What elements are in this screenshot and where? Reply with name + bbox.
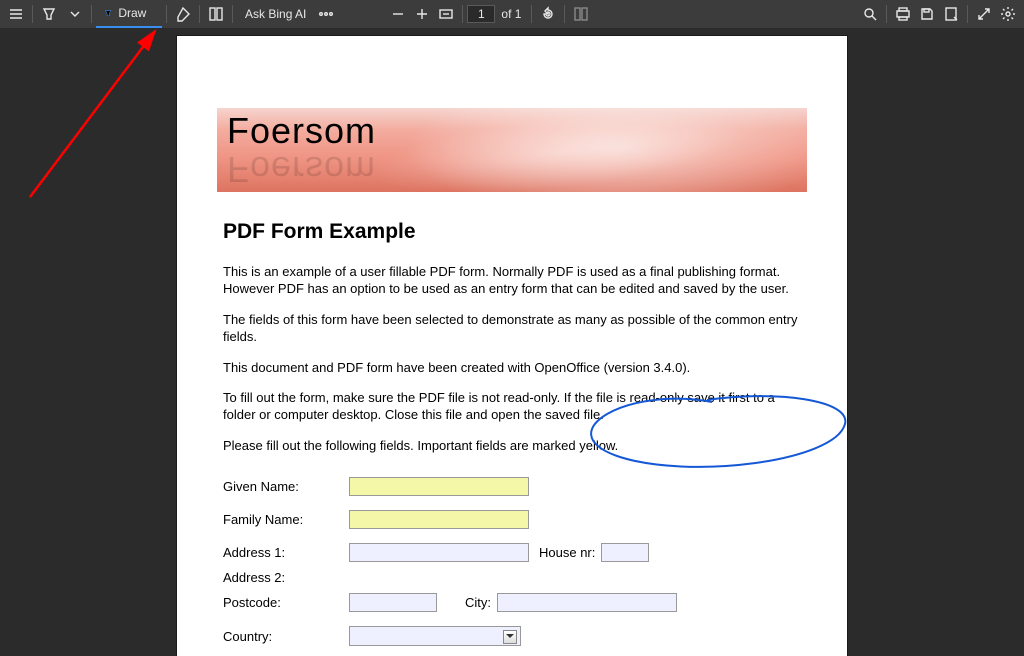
document-content: PDF Form Example This is an example of a… [177,192,847,646]
page-number-input[interactable] [467,5,495,23]
intro-paragraph-1: This is an example of a user fillable PD… [223,264,801,298]
label-address1: Address 1: [223,545,349,560]
label-family-name: Family Name: [223,512,349,527]
input-house-nr[interactable] [601,543,649,562]
page-view-icon[interactable] [569,0,593,28]
chevron-down-icon[interactable] [63,0,87,28]
separator [886,5,887,23]
input-given-name[interactable] [349,477,529,496]
page-of-label: of 1 [501,7,521,21]
separator [564,5,565,23]
fullscreen-icon[interactable] [972,0,996,28]
zoom-in-icon[interactable] [410,0,434,28]
draw-label: Draw [118,6,146,20]
draw-button[interactable]: Draw [96,0,162,28]
pdf-toolbar: Draw Ask Bing AI of 1 [0,0,1024,28]
input-address1[interactable] [349,543,529,562]
label-house-nr: House nr: [539,545,595,560]
more-icon[interactable] [314,0,338,28]
separator [531,5,532,23]
pdf-viewer: Foersom Foersom PDF Form Example This is… [0,28,1024,656]
contents-icon[interactable] [4,0,28,28]
search-icon[interactable] [858,0,882,28]
row-country: Country: [223,626,801,646]
row-postcode-city: Postcode: City: [223,593,801,612]
ask-bing-label[interactable]: Ask Bing AI [245,7,306,21]
separator [967,5,968,23]
page-title: PDF Form Example [223,220,801,244]
input-family-name[interactable] [349,510,529,529]
row-given-name: Given Name: [223,477,801,496]
print-icon[interactable] [891,0,915,28]
row-address1: Address 1: House nr: [223,543,801,562]
label-country: Country: [223,629,349,644]
row-family-name: Family Name: [223,510,801,529]
separator [199,5,200,23]
rotate-icon[interactable] [536,0,560,28]
read-aloud-icon[interactable] [204,0,228,28]
brand-title: Foersom [227,110,376,152]
separator [462,5,463,23]
highlight-icon[interactable] [37,0,61,28]
label-given-name: Given Name: [223,479,349,494]
intro-paragraph-2: The fields of this form have been select… [223,312,801,346]
fit-page-icon[interactable] [434,0,458,28]
intro-paragraph-3: This document and PDF form have been cre… [223,360,801,377]
separator [32,5,33,23]
input-postcode[interactable] [349,593,437,612]
input-city[interactable] [497,593,677,612]
header-banner: Foersom Foersom [217,108,807,192]
pdf-page: Foersom Foersom PDF Form Example This is… [177,36,847,656]
label-address2: Address 2: [223,570,349,585]
erase-icon[interactable] [171,0,195,28]
separator [232,5,233,23]
intro-paragraph-4: To fill out the form, make sure the PDF … [223,390,801,424]
separator [91,5,92,23]
notes-icon[interactable] [939,0,963,28]
select-country[interactable] [349,626,521,646]
separator [166,5,167,23]
label-postcode: Postcode: [223,595,349,610]
label-city: City: [465,595,491,610]
row-address2: Address 2: [223,570,801,585]
intro-paragraph-5: Please fill out the following fields. Im… [223,438,801,455]
zoom-out-icon[interactable] [386,0,410,28]
settings-icon[interactable] [996,0,1020,28]
save-icon[interactable] [915,0,939,28]
